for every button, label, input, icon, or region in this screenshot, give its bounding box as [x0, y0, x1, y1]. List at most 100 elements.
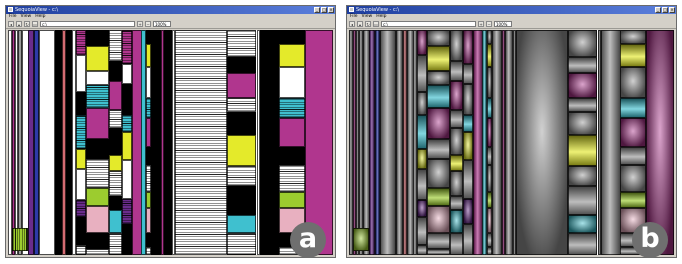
treemap-cell[interactable]	[227, 215, 256, 233]
treemap-cell[interactable]	[568, 98, 597, 112]
minimize-button[interactable]: _	[655, 7, 661, 13]
treemap-cell[interactable]	[463, 64, 473, 84]
treemap-cell[interactable]	[76, 200, 86, 217]
treemap-cell[interactable]	[620, 98, 646, 118]
treemap-cell[interactable]	[450, 61, 463, 81]
treemap-cell[interactable]	[568, 30, 597, 57]
treemap-cell[interactable]	[568, 186, 597, 215]
treemap-cell[interactable]	[463, 115, 473, 132]
treemap-cell[interactable]	[122, 30, 132, 64]
treemap-cell[interactable]	[505, 30, 513, 255]
treemap-cell[interactable]	[76, 245, 86, 255]
treemap-cell[interactable]	[227, 98, 256, 112]
treemap-cell[interactable]	[450, 233, 463, 255]
treemap-cell[interactable]	[86, 85, 109, 108]
treemap-cell[interactable]	[463, 160, 473, 199]
treemap-cell[interactable]	[427, 85, 450, 108]
treemap-cell[interactable]	[109, 81, 122, 110]
treemap-cell[interactable]	[620, 147, 646, 165]
treemap-cell[interactable]	[279, 147, 305, 165]
treemap-cell[interactable]	[227, 30, 256, 57]
treemap-cell[interactable]	[122, 224, 132, 255]
treemap-cell[interactable]	[227, 73, 256, 98]
treemap-cell[interactable]	[450, 155, 463, 171]
treemap-cell[interactable]	[463, 132, 473, 160]
treemap-cell[interactable]	[109, 196, 122, 210]
treemap-cell[interactable]	[417, 115, 427, 149]
treemap-cell[interactable]	[463, 199, 473, 224]
treemap-cell[interactable]	[109, 30, 122, 61]
treemap-cell[interactable]	[492, 30, 502, 255]
zoom-out-icon[interactable]: −	[145, 21, 151, 27]
treemap-cell[interactable]	[109, 110, 122, 128]
treemap-cell[interactable]	[427, 108, 450, 139]
up-icon[interactable]: ▴	[16, 21, 22, 27]
treemap-cell[interactable]	[122, 132, 132, 160]
folder-icon[interactable]: ▭	[32, 21, 38, 27]
treemap-cell[interactable]	[109, 233, 122, 255]
treemap-cell[interactable]	[568, 215, 597, 233]
treemap-cell[interactable]	[279, 98, 305, 118]
zoom-select[interactable]: 100%	[494, 21, 512, 27]
treemap-cell[interactable]	[516, 30, 568, 255]
minimize-button[interactable]: _	[314, 7, 320, 13]
treemap-cell[interactable]	[76, 30, 86, 55]
treemap-cell[interactable]	[427, 46, 450, 71]
treemap-cell[interactable]	[86, 249, 109, 255]
title-bar[interactable]: SequoiaView - c:\ _ □ ×	[347, 6, 676, 14]
treemap-cell[interactable]	[227, 186, 256, 215]
treemap-cell[interactable]	[417, 92, 427, 115]
treemap-cell[interactable]	[450, 196, 463, 210]
treemap-cell[interactable]	[260, 30, 280, 255]
title-bar[interactable]: SequoiaView - c:\ _ □ ×	[6, 6, 335, 14]
treemap-cell[interactable]	[86, 188, 109, 206]
treemap-cell[interactable]	[380, 30, 396, 255]
treemap-cell[interactable]	[417, 30, 427, 55]
treemap-cell[interactable]	[109, 128, 122, 155]
treemap-cell[interactable]	[427, 233, 450, 249]
treemap-cell[interactable]	[122, 115, 132, 132]
treemap-cell[interactable]	[417, 55, 427, 92]
folder-icon[interactable]: ▭	[373, 21, 379, 27]
refresh-icon[interactable]: ↻	[24, 21, 30, 27]
treemap-cell[interactable]	[463, 224, 473, 255]
treemap-cell[interactable]	[279, 165, 305, 192]
treemap-cell[interactable]	[109, 210, 122, 233]
treemap-cell[interactable]	[427, 71, 450, 85]
treemap-cell[interactable]	[76, 217, 86, 245]
treemap-cell[interactable]	[463, 30, 473, 64]
maximize-button[interactable]: □	[662, 7, 668, 13]
treemap-cell[interactable]	[417, 245, 427, 255]
treemap-cell[interactable]	[620, 67, 646, 98]
maximize-button[interactable]: □	[321, 7, 327, 13]
zoom-select[interactable]: 100%	[153, 21, 171, 27]
close-button[interactable]: ×	[328, 7, 334, 13]
treemap-cell[interactable]	[620, 165, 646, 192]
treemap-cell[interactable]	[450, 210, 463, 233]
treemap-cell[interactable]	[568, 135, 597, 166]
treemap-cell[interactable]	[86, 206, 109, 233]
treemap-cell[interactable]	[427, 30, 450, 46]
treemap-cell[interactable]	[86, 108, 109, 139]
treemap-cell[interactable]	[86, 139, 109, 159]
treemap-cell[interactable]	[279, 67, 305, 98]
treemap-cell[interactable]	[427, 249, 450, 255]
treemap-cell[interactable]	[279, 44, 305, 67]
treemap-cell[interactable]	[620, 44, 646, 67]
treemap-cell[interactable]	[175, 30, 227, 255]
treemap-cell[interactable]	[427, 206, 450, 233]
back-icon[interactable]: ◂	[349, 21, 355, 27]
treemap-cell[interactable]	[427, 159, 450, 188]
treemap-cell[interactable]	[227, 166, 256, 186]
close-button[interactable]: ×	[669, 7, 675, 13]
treemap-cell[interactable]	[620, 192, 646, 208]
treemap-cell[interactable]	[86, 71, 109, 85]
treemap-cell[interactable]	[568, 57, 597, 73]
treemap-cell[interactable]	[227, 135, 256, 166]
refresh-icon[interactable]: ↻	[365, 21, 371, 27]
path-input[interactable]: c:\	[381, 21, 476, 27]
treemap-cell[interactable]	[109, 61, 122, 81]
treemap-cell[interactable]	[568, 233, 597, 255]
treemap-cell[interactable]	[450, 128, 463, 155]
treemap-cell[interactable]	[227, 112, 256, 135]
